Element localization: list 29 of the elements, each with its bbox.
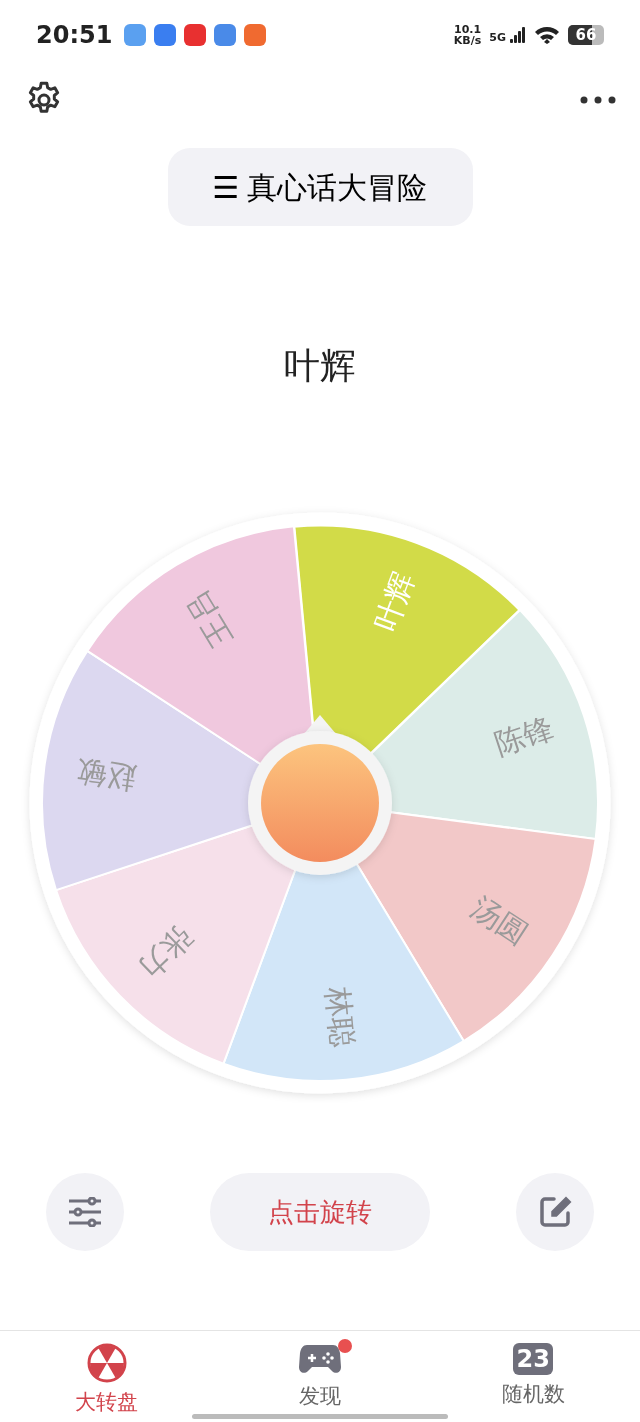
status-time: 20:51 xyxy=(36,20,113,51)
segment-label: 王吕 xyxy=(178,584,240,654)
segment-label: 林聪 xyxy=(319,985,361,1049)
list-title-button[interactable]: ☰ 真心话大冒险 xyxy=(167,148,473,226)
network-speed-unit: KB/s xyxy=(453,35,482,46)
network-type: 5G xyxy=(489,32,506,43)
list-icon: ☰ xyxy=(212,164,240,210)
segment-label: 叶辉 xyxy=(367,567,422,636)
more-icon[interactable] xyxy=(580,96,616,104)
result-text: 叶辉 xyxy=(284,344,356,388)
number-icon: 23 xyxy=(513,1343,554,1375)
app-icon xyxy=(154,24,177,46)
app-icon xyxy=(184,24,207,46)
signal-icon xyxy=(510,27,526,43)
app-icon xyxy=(214,24,237,46)
network-speed: 10.1 xyxy=(453,24,482,35)
wifi-icon xyxy=(534,25,560,45)
segment-label: 汤圆 xyxy=(465,889,535,952)
segment-label: 张力 xyxy=(131,918,200,986)
segment-label: 赵敏 xyxy=(74,753,139,797)
edit-icon xyxy=(538,1195,572,1229)
app-icon xyxy=(244,24,267,46)
nav-tab[interactable]: 23 随机数 xyxy=(463,1331,604,1422)
segment-label: 陈锋 xyxy=(490,709,559,762)
app-icon xyxy=(124,24,147,46)
wheel-icon xyxy=(86,1343,127,1383)
nav-tab[interactable]: 大转盘 xyxy=(36,1331,177,1422)
spin-button[interactable]: 点击旋转 xyxy=(210,1173,430,1251)
sliders-icon xyxy=(67,1197,103,1227)
